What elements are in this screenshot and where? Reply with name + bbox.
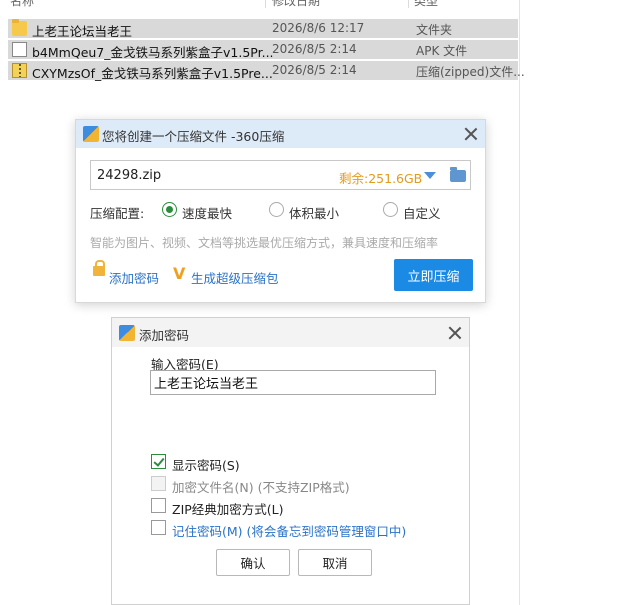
remember-password-checkbox[interactable] [151, 520, 166, 535]
dialog-titlebar[interactable]: 您将创建一个压缩文件 -360压缩 [76, 120, 485, 148]
file-name: 上老王论坛当老王 [32, 24, 133, 39]
show-password-label[interactable]: 显示密码(S) [172, 455, 240, 474]
file-type: 文件夹 [416, 23, 453, 37]
dialog-title: 您将创建一个压缩文件 -360压缩 [102, 129, 285, 144]
compress-hint-text: 智能为图片、视频、文档等挑选最优压缩方式，兼具速度和压缩率 [90, 236, 439, 250]
folder-icon [12, 19, 27, 36]
file-type: 压缩(zipped)文件... [416, 65, 525, 79]
close-icon[interactable] [463, 126, 479, 142]
column-header-date[interactable]: 修改日期 [272, 0, 320, 10]
archive-path-input[interactable]: 24298.zip 剩余:251.6GB [90, 160, 471, 190]
file-name: CXYMzsOf_金戈铁马系列紫盒子v1.5Pre... [32, 66, 273, 81]
radio-smallest-label[interactable]: 体积最小 [289, 203, 339, 222]
remember-password-label[interactable]: 记住密码(M) (将会备忘到密码管理窗口中) [172, 521, 406, 540]
file-row-folder[interactable]: 上老王论坛当老王 2026/8/6 12:17 文件夹 [8, 19, 518, 39]
dialog-titlebar[interactable]: 添加密码 [112, 318, 469, 347]
column-header-type[interactable]: 类型 [414, 0, 438, 10]
super-package-link[interactable]: 生成超级压缩包 [191, 268, 279, 287]
file-icon [12, 42, 27, 57]
encrypt-filename-checkbox [151, 476, 166, 491]
password-input[interactable] [150, 370, 436, 395]
show-password-checkbox[interactable] [151, 454, 166, 469]
column-header-name[interactable]: 名称 [10, 0, 34, 10]
file-date: 2026/8/6 12:17 [272, 21, 365, 35]
zip-icon [12, 63, 27, 78]
screen: 名称 修改日期 类型 上老王论坛当老王 2026/8/6 12:17 文件夹 b… [0, 0, 644, 605]
close-icon[interactable] [447, 325, 463, 341]
encrypt-filename-label: 加密文件名(N) (不支持ZIP格式) [172, 480, 350, 495]
add-password-link[interactable]: 添加密码 [109, 268, 159, 287]
file-date: 2026/8/5 2:14 [272, 42, 357, 56]
app-360-icon [83, 126, 99, 142]
lock-icon [93, 260, 105, 276]
zip-classic-encryption-checkbox[interactable] [151, 498, 166, 513]
dialog-title: 添加密码 [139, 328, 190, 343]
file-date: 2026/8/5 2:14 [272, 63, 357, 77]
free-space-label: 剩余:251.6GB [339, 171, 423, 186]
browse-folder-icon[interactable] [450, 167, 466, 182]
super-package-icon: V [173, 264, 186, 283]
archive-filename: 24298.zip [97, 168, 162, 183]
column-divider [408, 0, 409, 8]
file-name: b4MmQeu7_金戈铁马系列紫盒子v1.5Pr... [32, 45, 274, 60]
column-divider [265, 0, 266, 8]
file-row-zip[interactable]: CXYMzsOf_金戈铁马系列紫盒子v1.5Pre... 2026/8/5 2:… [8, 61, 525, 81]
file-row-apk[interactable]: b4MmQeu7_金戈铁马系列紫盒子v1.5Pr... 2026/8/5 2:1… [8, 40, 518, 60]
compress-config-label: 压缩配置: [90, 206, 145, 221]
compress-dialog: 您将创建一个压缩文件 -360压缩 24298.zip 剩余:251.6GB 压… [75, 119, 486, 303]
zip-classic-encryption-label[interactable]: ZIP经典加密方式(L) [172, 499, 284, 518]
file-type: APK 文件 [416, 44, 468, 58]
cancel-button[interactable]: 取消 [298, 549, 372, 576]
app-360-icon [119, 325, 135, 341]
radio-custom-label[interactable]: 自定义 [403, 203, 441, 222]
compress-now-button[interactable]: 立即压缩 [394, 259, 473, 291]
radio-smallest[interactable] [269, 202, 284, 217]
radio-fastest[interactable] [162, 202, 177, 217]
add-password-dialog: 添加密码 输入密码(E) 显示密码(S) 加密文件名(N) (不支持ZIP格式)… [111, 317, 470, 605]
dropdown-arrow-icon[interactable] [424, 172, 436, 179]
confirm-button[interactable]: 确认 [216, 549, 290, 576]
radio-fastest-label[interactable]: 速度最快 [182, 203, 232, 222]
radio-custom[interactable] [383, 202, 398, 217]
